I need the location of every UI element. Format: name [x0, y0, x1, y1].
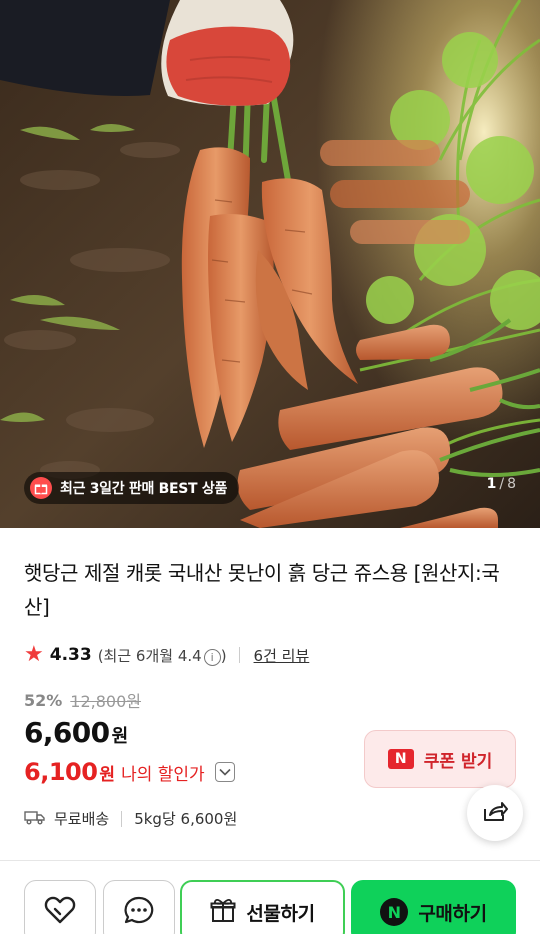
my-discount-price-row[interactable]: 6,100 원 나의 할인가	[24, 758, 235, 786]
delivery-row: 무료배송 5kg당 6,600원	[24, 808, 237, 829]
delivery-type: 무료배송	[54, 810, 110, 828]
carrot-photo	[0, 0, 540, 528]
product-image[interactable]: 최근 3일간 판매 BEST 상품 1 / 8	[0, 0, 540, 528]
rating-row: ★ 4.33 (최근 6개월 4.4 i) 6건 리뷰	[24, 642, 309, 668]
buy-label: 구매하기	[418, 902, 487, 925]
truck-icon	[24, 809, 46, 829]
image-counter-total: 8	[507, 476, 516, 492]
talk-button[interactable]	[103, 880, 175, 934]
original-price-row: 52% 12,800원	[24, 688, 141, 712]
product-title: 햇당근 제절 캐롯 국내산 못난이 흙 당근 쥬스용 [원산지:국산]	[24, 561, 500, 619]
star-icon: ★	[24, 642, 44, 667]
image-counter-separator: /	[499, 476, 505, 492]
naver-n-icon: N	[387, 749, 414, 769]
gift-icon	[210, 897, 236, 927]
gift-box-icon	[30, 477, 52, 499]
recent-rating: (최근 6개월 4.4 i)	[98, 645, 227, 666]
gift-button[interactable]: 선물하기	[180, 880, 345, 934]
recent-rating-close: )	[220, 646, 227, 665]
sale-price: 6,600	[24, 716, 110, 749]
my-discount-price-unit: 원	[99, 765, 116, 785]
review-link[interactable]: 6건 리뷰	[254, 645, 310, 666]
best-seller-label: 최근 3일간 판매 BEST 상품	[60, 481, 228, 497]
original-price: 12,800원	[70, 692, 142, 711]
buy-button[interactable]: N 구매하기	[351, 880, 516, 934]
divider	[238, 647, 240, 663]
chat-bubble-icon	[123, 895, 155, 929]
chevron-down-icon[interactable]	[214, 762, 235, 782]
heart-icon	[43, 895, 77, 929]
get-coupon-label: 쿠폰 받기	[423, 751, 493, 772]
rating-score: 4.33	[49, 645, 92, 665]
recent-rating-text: (최근 6개월 4.4	[97, 646, 202, 665]
sale-price-unit: 원	[111, 726, 129, 747]
share-button[interactable]	[467, 785, 523, 841]
my-discount-label: 나의 할인가	[121, 765, 205, 785]
best-seller-badge: 최근 3일간 판매 BEST 상품	[24, 472, 240, 504]
share-icon	[482, 799, 508, 827]
sale-price-row: 6,600 원	[24, 716, 128, 749]
get-coupon-button[interactable]: N 쿠폰 받기	[364, 730, 516, 788]
gift-label: 선물하기	[246, 902, 315, 925]
divider	[121, 810, 123, 827]
naver-pay-n-icon: N	[380, 898, 409, 926]
my-discount-price: 6,100	[24, 758, 98, 786]
image-counter: 1 / 8	[487, 476, 516, 492]
wishlist-button[interactable]	[24, 880, 96, 934]
discount-rate: 52%	[24, 690, 63, 710]
unit-price: 5kg당 6,600원	[134, 810, 238, 828]
image-counter-current: 1	[486, 476, 497, 492]
bottom-bar-divider	[0, 860, 540, 861]
info-icon[interactable]: i	[203, 648, 221, 666]
